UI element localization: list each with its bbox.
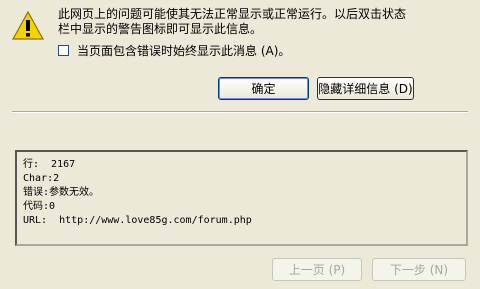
details-code: 代码:0 — [23, 201, 56, 212]
ok-button[interactable]: 确定 — [218, 77, 309, 100]
always-show-label: 当页面包含错误时始终显示此消息 (A)。 — [77, 44, 291, 58]
hide-details-button[interactable]: 隐藏详细信息 (D) — [317, 77, 414, 100]
warning-icon — [12, 10, 44, 40]
always-show-checkbox-row[interactable]: 当页面包含错误时始终显示此消息 (A)。 — [58, 42, 290, 59]
error-details-box[interactable]: 行: 2167 Char:2 错误:参数无效。 代码:0 URL: http:/… — [15, 150, 468, 246]
details-line: 行: 2167 — [23, 159, 76, 170]
prev-button[interactable]: 上一页 (P) — [272, 258, 362, 281]
always-show-checkbox[interactable] — [58, 45, 69, 56]
message-line-1: 此网页上的问题可能使其无法正常显示或正常运行。以后双击状态 — [58, 7, 407, 21]
message-line-2: 栏中显示的警告图标即可显示此信息。 — [58, 22, 263, 36]
details-error: 错误:参数无效。 — [23, 187, 100, 198]
next-button[interactable]: 下一步 (N) — [372, 258, 466, 281]
error-message: 此网页上的问题可能使其无法正常显示或正常运行。以后双击状态 栏中显示的警告图标即… — [58, 7, 418, 37]
separator — [12, 111, 468, 113]
details-url: URL: http://www.love85g.com/forum.php — [23, 215, 252, 226]
details-char: Char:2 — [23, 173, 60, 184]
